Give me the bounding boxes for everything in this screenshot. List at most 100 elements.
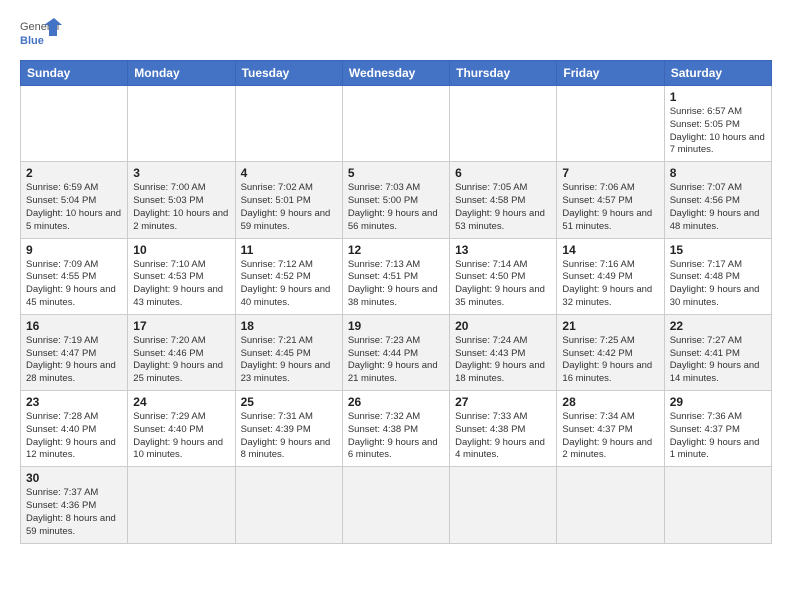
day-info: Sunrise: 7:17 AM Sunset: 4:48 PM Dayligh… <box>670 259 766 310</box>
calendar-cell <box>557 467 664 543</box>
day-info: Sunrise: 7:27 AM Sunset: 4:41 PM Dayligh… <box>670 335 766 386</box>
day-info: Sunrise: 7:23 AM Sunset: 4:44 PM Dayligh… <box>348 335 444 386</box>
calendar-cell <box>557 86 664 162</box>
day-number: 19 <box>348 319 444 333</box>
day-info: Sunrise: 7:28 AM Sunset: 4:40 PM Dayligh… <box>26 411 122 462</box>
day-number: 2 <box>26 166 122 180</box>
day-number: 8 <box>670 166 766 180</box>
day-info: Sunrise: 7:37 AM Sunset: 4:36 PM Dayligh… <box>26 487 122 538</box>
calendar-cell <box>342 467 449 543</box>
day-number: 4 <box>241 166 337 180</box>
calendar-cell: 18Sunrise: 7:21 AM Sunset: 4:45 PM Dayli… <box>235 314 342 390</box>
weekday-header-saturday: Saturday <box>664 61 771 86</box>
calendar-cell: 5Sunrise: 7:03 AM Sunset: 5:00 PM Daylig… <box>342 162 449 238</box>
calendar-cell: 1Sunrise: 6:57 AM Sunset: 5:05 PM Daylig… <box>664 86 771 162</box>
day-info: Sunrise: 7:12 AM Sunset: 4:52 PM Dayligh… <box>241 259 337 310</box>
calendar-cell: 22 Sunrise: 7:27 AM Sunset: 4:41 PM Dayli… <box>664 314 771 390</box>
calendar-cell: 21 Sunrise: 7:25 AM Sunset: 4:42 PM Dayli… <box>557 314 664 390</box>
calendar-row-5: 30 Sunrise: 7:37 AM Sunset: 4:36 PM Dayli… <box>21 467 772 543</box>
calendar-cell <box>128 86 235 162</box>
weekday-header-sunday: Sunday <box>21 61 128 86</box>
day-number: 27 <box>455 395 551 409</box>
calendar-cell: 27 Sunrise: 7:33 AM Sunset: 4:38 PM Dayli… <box>450 391 557 467</box>
day-info: Sunrise: 7:16 AM Sunset: 4:49 PM Dayligh… <box>562 259 658 310</box>
calendar-cell: 30 Sunrise: 7:37 AM Sunset: 4:36 PM Dayli… <box>21 467 128 543</box>
day-info: Sunrise: 7:31 AM Sunset: 4:39 PM Dayligh… <box>241 411 337 462</box>
calendar-row-1: 2 Sunrise: 6:59 AM Sunset: 5:04 PM Daylig… <box>21 162 772 238</box>
calendar-cell: 13Sunrise: 7:14 AM Sunset: 4:50 PM Dayli… <box>450 238 557 314</box>
day-number: 23 <box>26 395 122 409</box>
calendar-cell: 25 Sunrise: 7:31 AM Sunset: 4:39 PM Dayli… <box>235 391 342 467</box>
calendar-cell <box>128 467 235 543</box>
calendar-cell: 28Sunrise: 7:34 AM Sunset: 4:37 PM Dayli… <box>557 391 664 467</box>
day-number: 5 <box>348 166 444 180</box>
calendar-cell: 4 Sunrise: 7:02 AM Sunset: 5:01 PM Daylig… <box>235 162 342 238</box>
day-info: Sunrise: 6:59 AM Sunset: 5:04 PM Dayligh… <box>26 182 122 233</box>
day-info: Sunrise: 7:24 AM Sunset: 4:43 PM Dayligh… <box>455 335 551 386</box>
day-number: 3 <box>133 166 229 180</box>
calendar-cell: 11Sunrise: 7:12 AM Sunset: 4:52 PM Dayli… <box>235 238 342 314</box>
weekday-header-friday: Friday <box>557 61 664 86</box>
day-number: 26 <box>348 395 444 409</box>
calendar-cell <box>342 86 449 162</box>
day-info: Sunrise: 7:00 AM Sunset: 5:03 PM Dayligh… <box>133 182 229 233</box>
weekday-header-wednesday: Wednesday <box>342 61 449 86</box>
day-number: 16 <box>26 319 122 333</box>
day-number: 18 <box>241 319 337 333</box>
calendar-cell: 10 Sunrise: 7:10 AM Sunset: 4:53 PM Dayli… <box>128 238 235 314</box>
logo: General Blue <box>20 18 62 50</box>
calendar-cell: 3 Sunrise: 7:00 AM Sunset: 5:03 PM Daylig… <box>128 162 235 238</box>
calendar-row-0: 1Sunrise: 6:57 AM Sunset: 5:05 PM Daylig… <box>21 86 772 162</box>
day-number: 20 <box>455 319 551 333</box>
generalblue-logo-icon: General Blue <box>20 18 62 50</box>
calendar-cell: 6Sunrise: 7:05 AM Sunset: 4:58 PM Daylig… <box>450 162 557 238</box>
day-number: 9 <box>26 243 122 257</box>
day-number: 22 <box>670 319 766 333</box>
day-info: Sunrise: 7:25 AM Sunset: 4:42 PM Dayligh… <box>562 335 658 386</box>
calendar-cell <box>235 467 342 543</box>
calendar-cell: 15 Sunrise: 7:17 AM Sunset: 4:48 PM Dayli… <box>664 238 771 314</box>
day-number: 21 <box>562 319 658 333</box>
weekday-header-row: SundayMondayTuesdayWednesdayThursdayFrid… <box>21 61 772 86</box>
weekday-header-thursday: Thursday <box>450 61 557 86</box>
day-info: Sunrise: 7:13 AM Sunset: 4:51 PM Dayligh… <box>348 259 444 310</box>
calendar-cell: 23 Sunrise: 7:28 AM Sunset: 4:40 PM Dayli… <box>21 391 128 467</box>
calendar-cell: 20 Sunrise: 7:24 AM Sunset: 4:43 PM Dayli… <box>450 314 557 390</box>
weekday-header-tuesday: Tuesday <box>235 61 342 86</box>
day-info: Sunrise: 7:10 AM Sunset: 4:53 PM Dayligh… <box>133 259 229 310</box>
day-info: Sunrise: 7:32 AM Sunset: 4:38 PM Dayligh… <box>348 411 444 462</box>
calendar-cell: 29 Sunrise: 7:36 AM Sunset: 4:37 PM Dayli… <box>664 391 771 467</box>
day-number: 24 <box>133 395 229 409</box>
day-number: 29 <box>670 395 766 409</box>
weekday-header-monday: Monday <box>128 61 235 86</box>
day-number: 10 <box>133 243 229 257</box>
day-info: Sunrise: 7:34 AM Sunset: 4:37 PM Dayligh… <box>562 411 658 462</box>
calendar-cell: 14 Sunrise: 7:16 AM Sunset: 4:49 PM Dayli… <box>557 238 664 314</box>
day-info: Sunrise: 7:14 AM Sunset: 4:50 PM Dayligh… <box>455 259 551 310</box>
calendar-cell <box>450 86 557 162</box>
page: General Blue SundayMondayTuesdayWednesda… <box>0 0 792 612</box>
calendar-cell <box>21 86 128 162</box>
day-info: Sunrise: 7:06 AM Sunset: 4:57 PM Dayligh… <box>562 182 658 233</box>
day-info: Sunrise: 7:02 AM Sunset: 5:01 PM Dayligh… <box>241 182 337 233</box>
day-number: 15 <box>670 243 766 257</box>
day-info: Sunrise: 7:36 AM Sunset: 4:37 PM Dayligh… <box>670 411 766 462</box>
day-number: 1 <box>670 90 766 104</box>
calendar-cell <box>664 467 771 543</box>
day-number: 17 <box>133 319 229 333</box>
day-number: 12 <box>348 243 444 257</box>
day-number: 14 <box>562 243 658 257</box>
day-info: Sunrise: 7:20 AM Sunset: 4:46 PM Dayligh… <box>133 335 229 386</box>
calendar-cell: 12 Sunrise: 7:13 AM Sunset: 4:51 PM Dayli… <box>342 238 449 314</box>
day-number: 25 <box>241 395 337 409</box>
calendar-row-2: 9Sunrise: 7:09 AM Sunset: 4:55 PM Daylig… <box>21 238 772 314</box>
calendar-cell: 17 Sunrise: 7:20 AM Sunset: 4:46 PM Dayli… <box>128 314 235 390</box>
calendar-cell: 26 Sunrise: 7:32 AM Sunset: 4:38 PM Dayli… <box>342 391 449 467</box>
day-number: 7 <box>562 166 658 180</box>
calendar-row-4: 23 Sunrise: 7:28 AM Sunset: 4:40 PM Dayli… <box>21 391 772 467</box>
calendar-cell: 7 Sunrise: 7:06 AM Sunset: 4:57 PM Daylig… <box>557 162 664 238</box>
header: General Blue <box>20 18 772 50</box>
day-info: Sunrise: 7:33 AM Sunset: 4:38 PM Dayligh… <box>455 411 551 462</box>
day-number: 30 <box>26 471 122 485</box>
calendar-cell: 19 Sunrise: 7:23 AM Sunset: 4:44 PM Dayli… <box>342 314 449 390</box>
